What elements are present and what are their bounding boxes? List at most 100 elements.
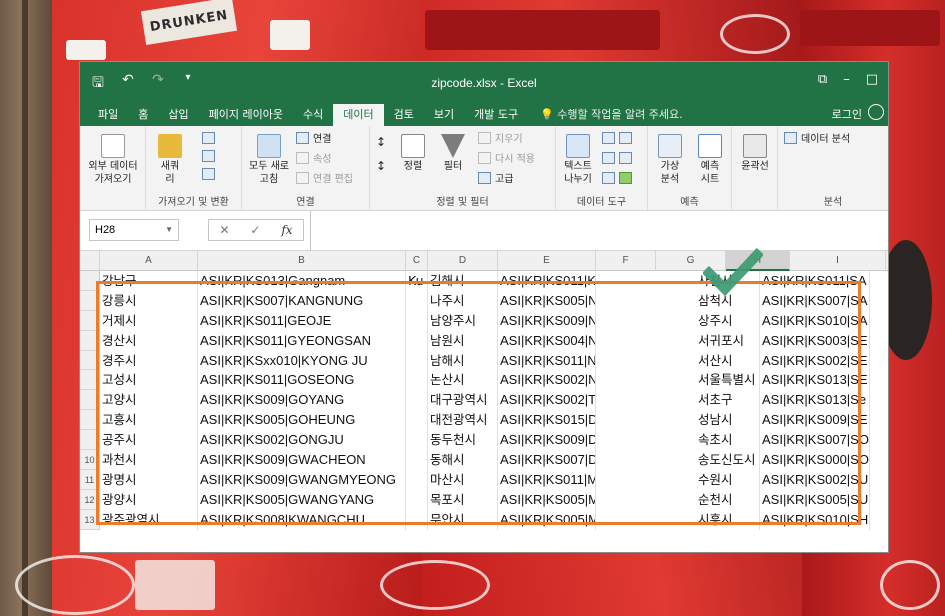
- clear-button[interactable]: 지우기: [478, 132, 523, 148]
- cell[interactable]: 서초구: [696, 390, 760, 411]
- tab-7[interactable]: 보기: [424, 104, 464, 126]
- cell[interactable]: 성남시: [696, 410, 760, 431]
- show-queries-button[interactable]: [202, 132, 219, 148]
- ribbon-display-icon[interactable]: ⧉: [818, 72, 827, 87]
- cell[interactable]: 고양시: [100, 390, 198, 411]
- cell[interactable]: [406, 290, 428, 311]
- cell[interactable]: 상주시: [696, 310, 760, 331]
- cell[interactable]: 삼척시: [696, 290, 760, 311]
- sort-button[interactable]: 정렬: [396, 134, 430, 173]
- insert-function-icon[interactable]: fx: [281, 223, 292, 237]
- row-header[interactable]: [80, 370, 100, 391]
- cell[interactable]: ASI|KR|KS002|TAEGU: [498, 390, 596, 411]
- cell[interactable]: 거제시: [100, 310, 198, 331]
- cell[interactable]: ASI|KR|KS007|DONGHAE: [498, 450, 596, 470]
- cell[interactable]: 고성시: [100, 370, 198, 391]
- cell[interactable]: ASI|KR|KS013|Gangnam: [198, 271, 406, 291]
- cell[interactable]: 속초시: [696, 430, 760, 451]
- cell[interactable]: Ku: [406, 271, 428, 291]
- cell[interactable]: ASI|KR|KS011|MASAN: [498, 469, 596, 490]
- cell[interactable]: ASI|KR|KS000|SO: [760, 450, 870, 470]
- row-header[interactable]: 12: [80, 489, 100, 510]
- cancel-icon[interactable]: ✕: [219, 223, 229, 237]
- cell[interactable]: ASI|KR|KS003|SE: [760, 330, 870, 351]
- from-table-button[interactable]: [202, 150, 219, 166]
- outline-button[interactable]: 윤곽선: [736, 134, 774, 173]
- cell[interactable]: ASI|KR|KS007|SA: [760, 290, 870, 311]
- column-header-f[interactable]: F: [596, 251, 656, 271]
- cell[interactable]: [406, 330, 428, 351]
- cell[interactable]: ASI|KR|KS009|GOYANG: [198, 390, 406, 411]
- cell[interactable]: 나주시: [428, 290, 498, 311]
- cell[interactable]: 공주시: [100, 430, 198, 451]
- filter-button[interactable]: 필터: [436, 134, 470, 173]
- what-if-button[interactable]: 가상 분석: [652, 134, 688, 186]
- cell[interactable]: ASI|KR|KS011|NAMHAE: [498, 350, 596, 371]
- row-header[interactable]: 13: [80, 509, 100, 530]
- cell[interactable]: ASI|KR|KS002|SE: [760, 350, 870, 371]
- column-header-a[interactable]: A: [100, 251, 198, 271]
- edit-links-button[interactable]: 연결 편집: [296, 172, 353, 188]
- get-external-data-button[interactable]: 외부 데이터 가져오기: [84, 134, 142, 186]
- new-query-button[interactable]: 새쿼 리: [150, 134, 190, 186]
- cell[interactable]: ASI|KR|KS005|GWANGYANG: [198, 489, 406, 510]
- data-analysis-button[interactable]: 데이터 분석: [784, 132, 850, 148]
- cell[interactable]: 대구광역시: [428, 390, 498, 411]
- select-all-corner[interactable]: [80, 251, 100, 271]
- tab-0[interactable]: 파일: [88, 104, 128, 126]
- connections-button[interactable]: 연결: [296, 132, 331, 148]
- cell[interactable]: ASI|KR|KS005|MUAN: [498, 509, 596, 530]
- tell-me-box[interactable]: 💡 수행할 작업을 알려 주세요.: [528, 104, 683, 126]
- cell[interactable]: 과천시: [100, 450, 198, 470]
- cell[interactable]: 서산시: [696, 350, 760, 371]
- row-header[interactable]: [80, 410, 100, 431]
- cell[interactable]: 시흥시: [696, 509, 760, 530]
- column-header-h[interactable]: H: [726, 251, 790, 271]
- tab-5[interactable]: 데이터: [333, 104, 384, 126]
- cell[interactable]: 남양주시: [428, 310, 498, 331]
- cell[interactable]: ASI|KR|KS007|KANGNUNG: [198, 290, 406, 311]
- cell[interactable]: 경산시: [100, 330, 198, 351]
- cell[interactable]: [406, 370, 428, 391]
- row-header[interactable]: 10: [80, 450, 100, 470]
- enter-icon[interactable]: ✓: [250, 223, 260, 237]
- row-header[interactable]: [80, 350, 100, 371]
- cell[interactable]: ASI|KR|KS009|GWANGMYEONG: [198, 469, 406, 490]
- text-to-columns-button[interactable]: 텍스트 나누기: [558, 134, 598, 186]
- cell[interactable]: [406, 450, 428, 470]
- column-header-b[interactable]: B: [198, 251, 406, 271]
- cell[interactable]: 김해시: [428, 271, 498, 291]
- remove-duplicates-button[interactable]: [602, 152, 636, 168]
- cell[interactable]: ASI|KR|KS004|NAMWON: [498, 330, 596, 351]
- cell[interactable]: [406, 469, 428, 490]
- reapply-button[interactable]: 다시 적용: [478, 152, 535, 168]
- maximize-icon[interactable]: □: [866, 72, 878, 87]
- cell[interactable]: [406, 509, 428, 530]
- cell[interactable]: ASI|KR|KS010|SH: [760, 509, 870, 530]
- cell[interactable]: ASI|KR|KS005|MOKPO: [498, 489, 596, 510]
- cell[interactable]: ASI|KR|KS013|SE: [760, 370, 870, 391]
- person-icon[interactable]: [868, 104, 884, 120]
- cell[interactable]: 수원시: [696, 469, 760, 490]
- cell[interactable]: 송도신도시: [696, 450, 760, 470]
- cell[interactable]: 동두천시: [428, 430, 498, 451]
- column-header-e[interactable]: E: [498, 251, 596, 271]
- cell[interactable]: [406, 430, 428, 451]
- cell[interactable]: 강릉시: [100, 290, 198, 311]
- cell[interactable]: 목포시: [428, 489, 498, 510]
- cell[interactable]: ASI|KR|KS011|SA: [760, 271, 870, 291]
- cell[interactable]: ASI|KR|KS002|NONSAN: [498, 370, 596, 391]
- cell[interactable]: 고흥시: [100, 410, 198, 431]
- cell[interactable]: ASI|KR|KS011|GYEONGSAN: [198, 330, 406, 351]
- cell[interactable]: 남원시: [428, 330, 498, 351]
- cell[interactable]: ASI|KR|KS005|SU: [760, 489, 870, 510]
- recent-sources-button[interactable]: [202, 168, 219, 184]
- tab-6[interactable]: 검토: [384, 104, 424, 126]
- cell[interactable]: 사천시: [696, 271, 760, 291]
- row-header[interactable]: [80, 330, 100, 351]
- row-header[interactable]: 11: [80, 469, 100, 490]
- cell[interactable]: 서울특별시: [696, 370, 760, 391]
- forecast-sheet-button[interactable]: 예측 시트: [692, 134, 728, 186]
- row-header[interactable]: [80, 390, 100, 411]
- tab-8[interactable]: 개발 도구: [464, 104, 528, 126]
